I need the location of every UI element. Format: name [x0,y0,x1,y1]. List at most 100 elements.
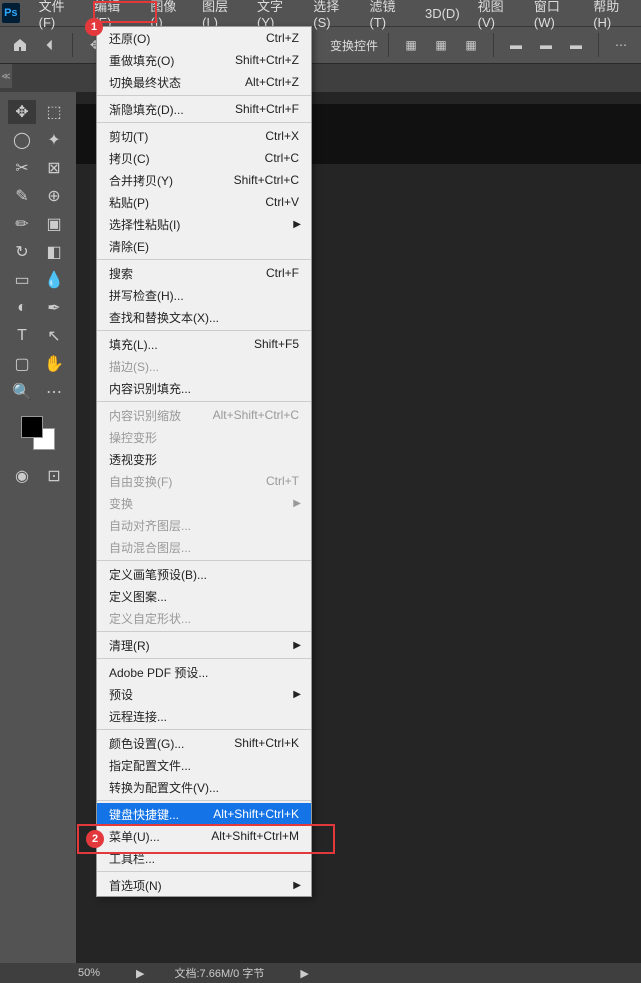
lasso-tool-icon[interactable]: ◯ [8,128,36,152]
history-brush-icon[interactable]: ↻ [8,240,36,264]
wand-tool-icon[interactable]: ✦ [40,128,68,152]
menu-item[interactable]: 转换为配置文件(V)... [97,776,311,798]
menu-item[interactable]: 剪切(T)Ctrl+X [97,125,311,147]
annotation-badge-2: 2 [86,830,104,848]
menu-item[interactable]: 粘贴(P)Ctrl+V [97,191,311,213]
type-tool-icon[interactable]: T [8,324,36,348]
menu-item-label: 操控变形 [109,429,299,446]
move-tool-icon[interactable]: ✥ [8,100,36,124]
menu-item[interactable]: 键盘快捷键...Alt+Shift+Ctrl+K [97,803,311,825]
zoom-level[interactable]: 50% [78,967,100,979]
crop-tool-icon[interactable]: ✂ [8,156,36,180]
menu-item[interactable]: 内容识别填充... [97,377,311,399]
menu-separator [97,560,311,561]
chevron-right-icon[interactable]: ▶ [300,967,308,980]
align-center-icon[interactable]: ▦ [429,33,453,57]
menu-window[interactable]: 窗口(W) [525,0,584,34]
menu-separator [97,800,311,801]
frame-tool-icon[interactable]: ⊠ [40,156,68,180]
menu-item[interactable]: 颜色设置(G)...Shift+Ctrl+K [97,732,311,754]
foreground-swatch[interactable] [21,416,43,438]
menu-3d[interactable]: 3D(D) [416,2,469,25]
menu-shortcut: Alt+Ctrl+Z [245,75,299,89]
dodge-tool-icon[interactable]: ◐ [8,296,36,320]
menu-item[interactable]: 预设▶ [97,683,311,705]
menu-item[interactable]: 清除(E) [97,235,311,257]
menu-item-label: 首选项(N) [109,877,299,894]
menu-item[interactable]: 合并拷贝(Y)Shift+Ctrl+C [97,169,311,191]
menu-item-label: 拷贝(C) [109,150,265,167]
stamp-tool-icon[interactable]: ▣ [40,212,68,236]
menu-item[interactable]: 重做填充(O)Shift+Ctrl+Z [97,49,311,71]
menu-item[interactable]: 搜索Ctrl+F [97,262,311,284]
eyedropper-tool-icon[interactable]: ✎ [8,184,36,208]
distribute-icon[interactable]: ▬ [564,33,588,57]
align-right-icon[interactable]: ▦ [459,33,483,57]
eraser-tool-icon[interactable]: ◧ [40,240,68,264]
menu-item[interactable]: 选择性粘贴(I)▶ [97,213,311,235]
menu-shortcut: Ctrl+Z [266,31,299,45]
distribute-icon[interactable]: ▬ [504,33,528,57]
menu-shortcut: Shift+F5 [254,337,299,351]
home-icon[interactable] [8,33,32,57]
doc-info: 文档:7.66M/0 字节 [175,965,265,981]
menu-item[interactable]: Adobe PDF 预设... [97,661,311,683]
menu-item[interactable]: 定义画笔预设(B)... [97,563,311,585]
align-left-icon[interactable]: ▦ [399,33,423,57]
marquee-tool-icon[interactable]: ⬚ [40,100,68,124]
screenmode-icon[interactable]: ⊡ [40,464,68,488]
menu-item-label: 远程连接... [109,708,299,725]
menu-shortcut: Ctrl+C [265,151,299,165]
chevron-right-icon[interactable]: ▶ [136,967,144,980]
menu-filter[interactable]: 滤镜(T) [360,0,416,34]
menu-item[interactable]: 工具栏... [97,847,311,869]
menu-item-label: 变换 [109,495,299,512]
menu-item-label: 键盘快捷键... [109,806,213,823]
shape-tool-icon[interactable]: ▢ [8,352,36,376]
menu-item[interactable]: 渐隐填充(D)...Shift+Ctrl+F [97,98,311,120]
menu-item[interactable]: 填充(L)...Shift+F5 [97,333,311,355]
menu-item-label: 剪切(T) [109,128,265,145]
menu-item[interactable]: 切换最终状态Alt+Ctrl+Z [97,71,311,93]
collapse-panel-icon[interactable]: ≪ [0,64,12,88]
distribute-icon[interactable]: ▬ [534,33,558,57]
path-tool-icon[interactable]: ↖ [40,324,68,348]
menu-item[interactable]: 菜单(U)...Alt+Shift+Ctrl+M [97,825,311,847]
menu-view[interactable]: 视图(V) [469,0,525,34]
menu-item[interactable]: 远程连接... [97,705,311,727]
menu-item[interactable]: 定义图案... [97,585,311,607]
edit-menu-dropdown: 还原(O)Ctrl+Z重做填充(O)Shift+Ctrl+Z切换最终状态Alt+… [96,26,312,897]
menu-file[interactable]: 文件(F) [30,0,86,34]
menu-select[interactable]: 选择(S) [304,0,360,34]
submenu-arrow-icon: ▶ [293,219,301,230]
quickmask-icon[interactable]: ◉ [8,464,36,488]
menu-item[interactable]: 指定配置文件... [97,754,311,776]
menu-item[interactable]: 首选项(N)▶ [97,874,311,896]
color-swatches[interactable] [21,416,55,450]
heal-tool-icon[interactable]: ⊕ [40,184,68,208]
menu-help[interactable]: 帮助(H) [584,0,641,34]
menu-separator [97,658,311,659]
menu-item: 操控变形 [97,426,311,448]
edit-toolbar-icon[interactable]: ⋯ [40,380,68,404]
gradient-tool-icon[interactable]: ▭ [8,268,36,292]
menu-item-label: 重做填充(O) [109,52,235,69]
blur-tool-icon[interactable]: 💧 [40,268,68,292]
app-icon: Ps [2,3,20,23]
menu-item-label: 还原(O) [109,30,266,47]
menu-item[interactable]: 透视变形 [97,448,311,470]
menu-shortcut: Alt+Shift+Ctrl+M [211,829,299,843]
menu-item[interactable]: 还原(O)Ctrl+Z [97,27,311,49]
status-bar: 50% ▶ 文档:7.66M/0 字节 ▶ [0,963,641,983]
menu-item[interactable]: 清理(R)▶ [97,634,311,656]
back-icon[interactable] [38,33,62,57]
menu-item[interactable]: 查找和替换文本(X)... [97,306,311,328]
more-icon[interactable]: ⋯ [609,33,633,57]
zoom-tool-icon[interactable]: 🔍 [8,380,36,404]
pen-tool-icon[interactable]: ✒ [40,296,68,320]
hand-tool-icon[interactable]: ✋ [40,352,68,376]
brush-tool-icon[interactable]: ✏ [8,212,36,236]
separator [598,33,599,57]
menu-item[interactable]: 拼写检查(H)... [97,284,311,306]
menu-item[interactable]: 拷贝(C)Ctrl+C [97,147,311,169]
